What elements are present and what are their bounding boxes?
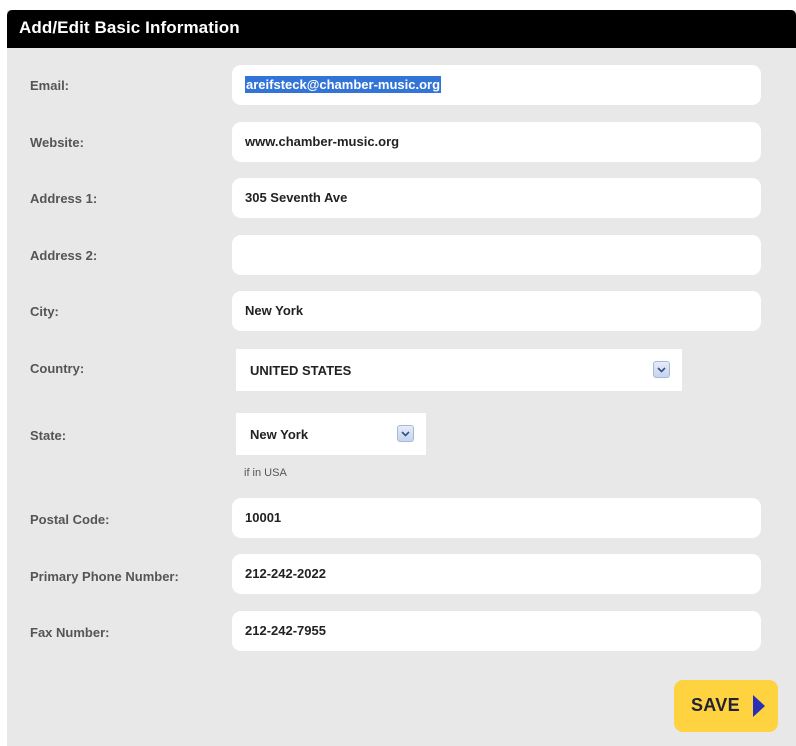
save-button[interactable]: SAVE <box>674 680 778 732</box>
website-label: Website: <box>30 135 84 150</box>
phone-field[interactable]: 212-242-2022 <box>232 554 761 594</box>
save-label: SAVE <box>691 695 740 715</box>
email-value: areifsteck@chamber-music.org <box>245 76 442 93</box>
address2-field[interactable] <box>232 235 761 275</box>
website-field[interactable]: www.chamber-music.org <box>232 122 761 162</box>
chevron-down-icon[interactable] <box>397 425 414 442</box>
postal-code-field[interactable]: 10001 <box>232 498 761 538</box>
play-arrow-icon <box>753 695 765 722</box>
state-hint: if in USA <box>244 467 287 479</box>
state-label: State: <box>30 428 67 443</box>
email-field[interactable]: areifsteck@chamber-music.org <box>232 65 761 105</box>
address1-label: Address 1: <box>30 191 98 206</box>
city-label: City: <box>30 304 59 319</box>
email-label: Email: <box>30 78 70 93</box>
form-title: Add/Edit Basic Information <box>19 18 240 37</box>
city-field[interactable]: New York <box>232 291 761 331</box>
postal-code-label: Postal Code: <box>30 512 110 527</box>
country-value: UNITED STATES <box>250 363 352 378</box>
fax-field[interactable]: 212-242-7955 <box>232 611 761 651</box>
chevron-down-icon[interactable] <box>653 361 670 378</box>
state-value: New York <box>250 427 309 442</box>
state-select[interactable]: New York <box>236 413 426 455</box>
country-label: Country: <box>30 361 85 376</box>
address2-label: Address 2: <box>30 248 98 263</box>
fax-label: Fax Number: <box>30 625 110 640</box>
form-header: Add/Edit Basic Information <box>7 10 796 48</box>
country-select[interactable]: UNITED STATES <box>236 349 682 391</box>
phone-label: Primary Phone Number: <box>30 569 179 584</box>
address1-field[interactable]: 305 Seventh Ave <box>232 178 761 218</box>
